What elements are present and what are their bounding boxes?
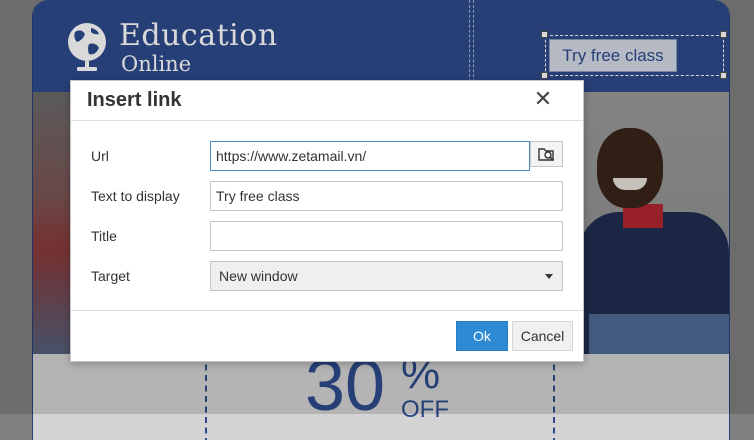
- dialog-footer-divider: [71, 310, 583, 311]
- chevron-down-icon: [545, 274, 553, 279]
- target-label: Target: [91, 268, 130, 284]
- insert-link-dialog: Insert link ✕ Url Text to display Title …: [70, 80, 584, 362]
- title-input[interactable]: [210, 221, 563, 251]
- title-label: Title: [91, 228, 117, 244]
- text-to-display-input[interactable]: [210, 181, 563, 211]
- ok-button[interactable]: Ok: [456, 321, 508, 351]
- target-select-value: New window: [219, 268, 298, 284]
- close-icon[interactable]: ✕: [531, 87, 555, 111]
- dialog-divider: [71, 120, 583, 121]
- url-input[interactable]: [210, 141, 530, 171]
- target-select[interactable]: New window: [210, 261, 563, 291]
- url-label: Url: [91, 148, 109, 164]
- browse-files-icon: [537, 148, 554, 162]
- text-to-display-label: Text to display: [91, 188, 180, 204]
- cancel-button[interactable]: Cancel: [512, 321, 573, 351]
- browse-button[interactable]: [530, 141, 563, 167]
- dialog-title: Insert link: [87, 89, 182, 111]
